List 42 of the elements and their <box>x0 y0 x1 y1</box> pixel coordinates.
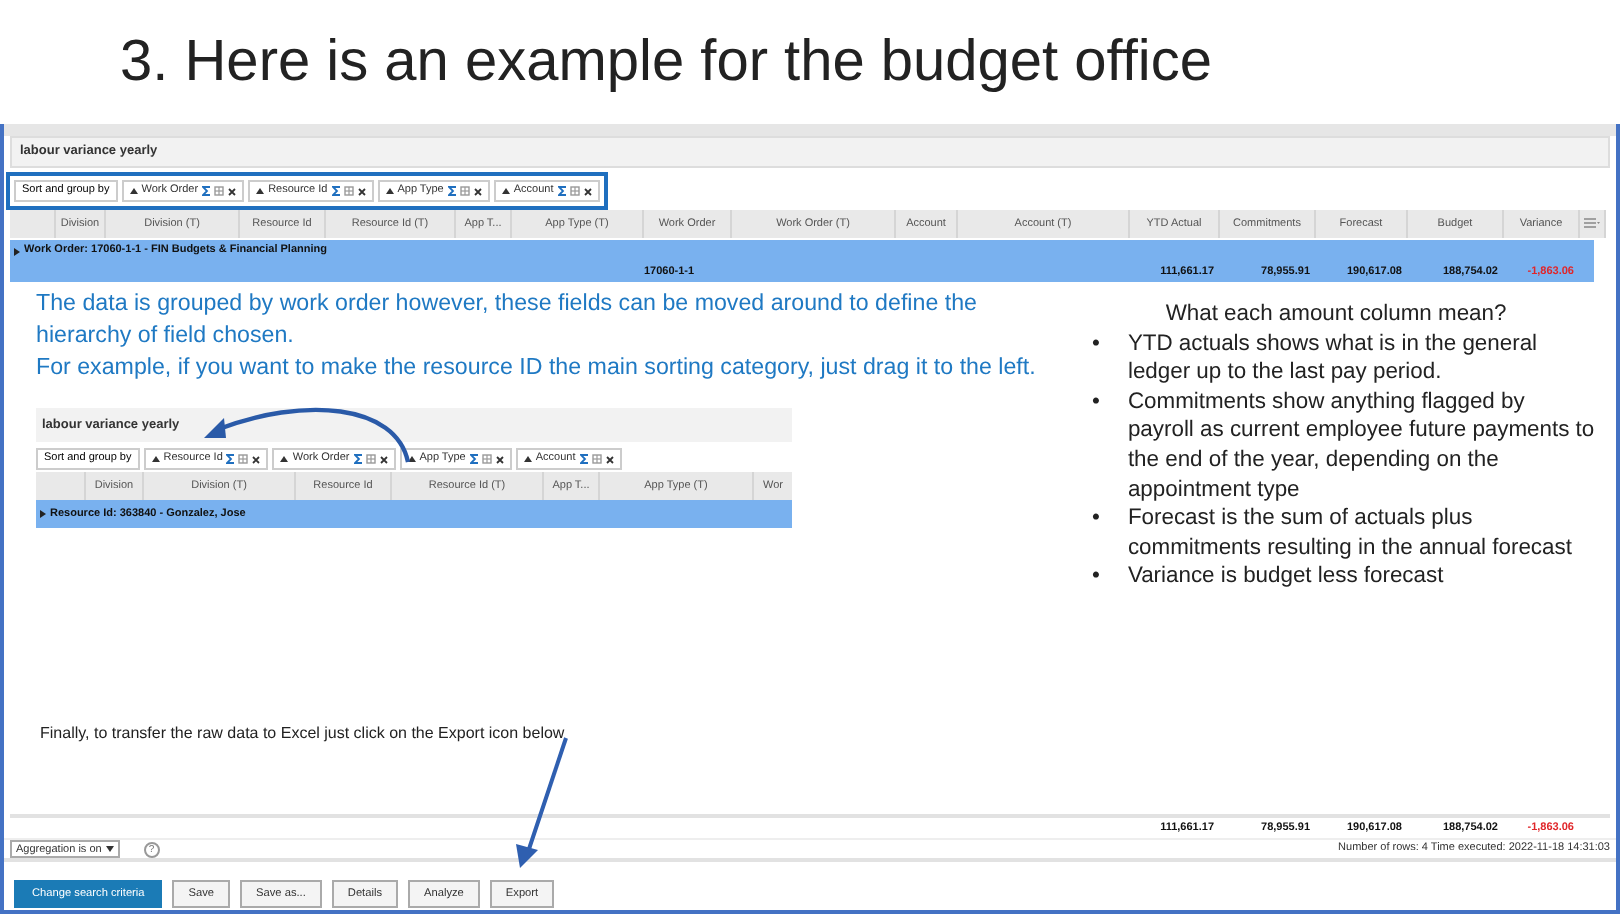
sum-icon[interactable] <box>202 186 211 196</box>
bullet-text: Commitments show anything flagged by payroll as current employee future payments to the end of the year, depending on the appointment type <box>1127 387 1596 505</box>
bullet-marker: • <box>1092 387 1100 418</box>
expand-icon[interactable] <box>14 247 20 255</box>
close-icon[interactable] <box>495 455 504 463</box>
caret-up-icon[interactable] <box>385 188 394 194</box>
explanation-text: The data is grouped by work order however, these fields can be moved around to define the hierarchy of field chosen. <box>36 288 979 352</box>
close-icon[interactable] <box>583 187 592 195</box>
sum-icon[interactable] <box>353 454 362 464</box>
explanation-text: For example, if you want to make the resource ID the main sorting category, just drag it to the left. <box>36 352 1038 384</box>
bullet-text: YTD actuals shows what is in the general ledger up to the last pay period. <box>1127 329 1540 388</box>
close-icon[interactable] <box>228 187 237 195</box>
instruction-text: Finally, to transfer the raw data to Excel just click on the Export icon below <box>40 722 567 746</box>
header-spacer <box>10 210 56 238</box>
caret-up-icon[interactable] <box>256 188 265 194</box>
caret-up-icon[interactable] <box>407 456 416 462</box>
bullet-marker: • <box>1092 504 1100 535</box>
sum-icon[interactable] <box>331 186 340 196</box>
caret-up-icon[interactable] <box>523 456 532 462</box>
bullet-text: Forecast is the sum of actuals plus commitments resulting in the annual forecast <box>1127 504 1574 563</box>
header-spacer <box>36 472 86 500</box>
bullet-marker: • <box>1092 562 1100 592</box>
close-icon[interactable] <box>473 187 482 195</box>
aside-heading: What each amount column mean? <box>1163 300 1509 330</box>
close-icon[interactable] <box>357 187 366 195</box>
sum-icon[interactable] <box>557 186 566 196</box>
close-icon[interactable] <box>379 455 388 463</box>
sum-icon[interactable] <box>579 454 588 464</box>
caret-down-icon[interactable] <box>105 846 114 852</box>
bullet-marker: • <box>1092 329 1100 360</box>
sum-icon[interactable] <box>469 454 478 464</box>
caret-up-icon[interactable] <box>280 456 289 462</box>
caret-up-icon[interactable] <box>129 188 138 194</box>
sum-icon[interactable] <box>226 454 235 464</box>
bullet-text: Variance is budget less forecast <box>1127 562 1444 592</box>
close-icon[interactable] <box>252 455 261 463</box>
sum-icon[interactable] <box>447 186 456 196</box>
expand-icon[interactable] <box>40 510 46 518</box>
slide-title: 3. Here is an example for the budget office <box>118 28 1214 98</box>
caret-up-icon[interactable] <box>151 456 160 462</box>
close-icon[interactable] <box>605 455 614 463</box>
caret-up-icon[interactable] <box>501 188 510 194</box>
